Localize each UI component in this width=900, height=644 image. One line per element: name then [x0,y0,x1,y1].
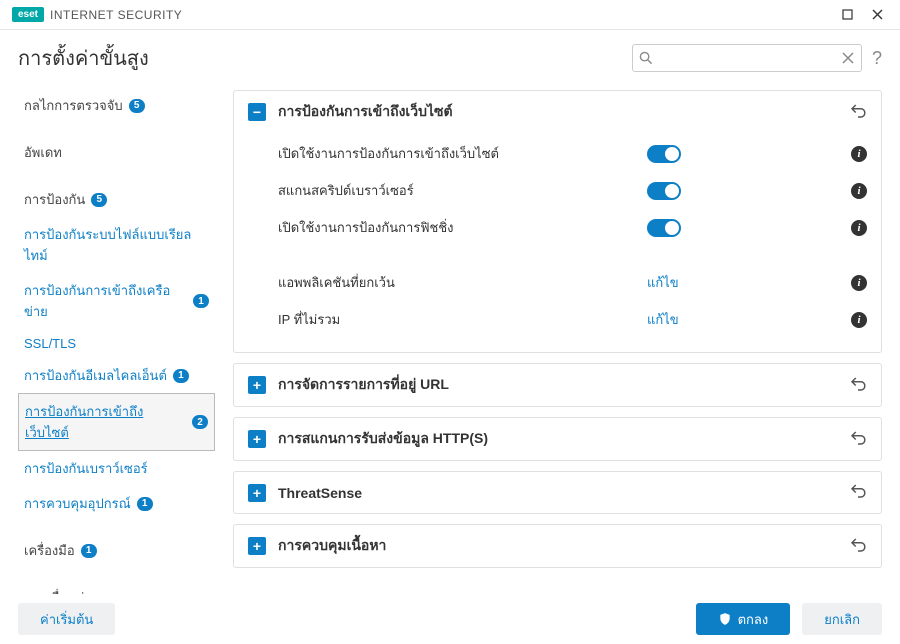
sidebar-item-label: SSL/TLS [24,336,76,351]
sidebar-item-label: อัพเดท [24,142,62,163]
sidebar-item-label: การป้องกันการเข้าถึงเครือข่าย [24,280,187,322]
sidebar-item[interactable]: การป้องกัน 5 [18,182,215,217]
setting-label: เปิดใช้งานการป้องกันการเข้าถึงเว็บไซต์ [278,143,647,164]
shield-icon [718,612,732,626]
count-badge: 5 [129,99,145,113]
sidebar-item[interactable]: เครื่องมือ 1 [18,533,215,568]
brand-logo: eset [12,7,44,22]
collapsed-panel: + การจัดการรายการที่อยู่ URL [233,363,882,407]
sidebar-item[interactable]: การป้องกันเบราว์เซอร์ [18,451,215,486]
undo-button[interactable] [849,429,867,450]
window-maximize-button[interactable] [832,3,862,27]
count-badge: 5 [91,193,107,207]
setting-label: เปิดใช้งานการป้องกันการฟิชชิ่ง [278,217,647,238]
window-close-button[interactable] [862,3,892,27]
sidebar-item[interactable]: กลไกการตรวจจับ 5 [18,88,215,123]
sidebar-item[interactable]: การป้องกันการเข้าถึงเครือข่าย 1 [18,273,215,329]
sidebar-item-label: การเชื่อมต่อ [24,587,92,594]
sidebar-item[interactable]: การป้องกันระบบไฟล์แบบเรียลไทม์ [18,217,215,273]
panel-header[interactable]: − การป้องกันการเข้าถึงเว็บไซต์ [234,91,881,133]
setting-label: แอพพลิเคชันที่ยกเว้น [278,272,647,293]
panel-title: การจัดการรายการที่อยู่ URL [278,374,849,396]
count-badge: 1 [81,544,97,558]
sidebar-item-label: การป้องกันอีเมลไคลเอ็นต์ [24,365,167,386]
setting-label: สแกนสคริปต์เบราว์เซอร์ [278,180,647,201]
collapsed-panel: + การสแกนการรับส่งข้อมูล HTTP(S) [233,417,882,461]
sidebar: กลไกการตรวจจับ5อัพเดทการป้องกัน5การป้องก… [0,84,215,594]
sidebar-item-label: กลไกการตรวจจับ [24,95,123,116]
panel-title: การควบคุมเนื้อหา [278,535,849,557]
ok-button[interactable]: ตกลง [696,603,791,635]
undo-button[interactable] [849,375,867,396]
help-button[interactable]: ? [872,48,882,69]
sidebar-item-label: เครื่องมือ [24,540,75,561]
sidebar-item-label: การป้องกันการเข้าถึงเว็บไซต์ [25,401,186,443]
toggle-switch[interactable] [647,182,681,200]
footer: ค่าเริ่มต้น ตกลง ยกเลิก [0,594,900,644]
count-badge: 1 [193,294,209,308]
sidebar-item[interactable]: การป้องกันอีเมลไคลเอ็นต์ 1 [18,358,215,393]
setting-row: แอพพลิเคชันที่ยกเว้นแก้ไข i [278,264,867,301]
undo-button[interactable] [849,102,867,123]
sidebar-item-label: การป้องกันระบบไฟล์แบบเรียลไทม์ [24,224,209,266]
undo-button[interactable] [849,536,867,557]
toggle-switch[interactable] [647,145,681,163]
product-name: INTERNET SECURITY [50,8,182,22]
panel-title: ThreatSense [278,485,849,501]
expand-icon[interactable]: + [248,376,266,394]
panel-title: การป้องกันการเข้าถึงเว็บไซต์ [278,101,849,123]
setting-row: สแกนสคริปต์เบราว์เซอร์ i [278,172,867,209]
info-icon[interactable]: i [851,183,867,199]
panel-header[interactable]: + การสแกนการรับส่งข้อมูล HTTP(S) [234,418,881,460]
sidebar-item[interactable]: การป้องกันการเข้าถึงเว็บไซต์ 2 [18,393,215,451]
panel-title: การสแกนการรับส่งข้อมูล HTTP(S) [278,428,849,450]
info-icon[interactable]: i [851,312,867,328]
search-input[interactable] [659,51,835,66]
panel-web-access-protection: − การป้องกันการเข้าถึงเว็บไซต์ เปิดใช้งา… [233,90,882,353]
content-area: − การป้องกันการเข้าถึงเว็บไซต์ เปิดใช้งา… [215,84,900,594]
count-badge: 1 [137,497,153,511]
setting-row: เปิดใช้งานการป้องกันการเข้าถึงเว็บไซต์ i [278,135,867,172]
default-button[interactable]: ค่าเริ่มต้น [18,603,115,635]
panel-header[interactable]: + ThreatSense [234,472,881,513]
info-icon[interactable]: i [851,146,867,162]
sidebar-item[interactable]: อัพเดท [18,135,215,170]
page-title: การตั้งค่าขั้นสูง [18,42,149,74]
panel-header[interactable]: + การควบคุมเนื้อหา [234,525,881,567]
header: การตั้งค่าขั้นสูง ? [0,30,900,84]
sidebar-item-label: การป้องกัน [24,189,85,210]
info-icon[interactable]: i [851,275,867,291]
clear-search-icon[interactable] [841,51,855,65]
search-box[interactable] [632,44,862,72]
edit-link[interactable]: แก้ไข [647,272,681,293]
collapsed-panel: + ThreatSense [233,471,882,514]
expand-icon[interactable]: + [248,430,266,448]
titlebar: eset INTERNET SECURITY [0,0,900,30]
count-badge: 1 [173,369,189,383]
sidebar-item-label: การควบคุมอุปกรณ์ [24,493,131,514]
search-icon [639,51,653,65]
count-badge: 2 [192,415,208,429]
sidebar-item[interactable]: การควบคุมอุปกรณ์ 1 [18,486,215,521]
info-icon[interactable]: i [851,220,867,236]
edit-link[interactable]: แก้ไข [647,309,681,330]
collapsed-panel: + การควบคุมเนื้อหา [233,524,882,568]
setting-row: IP ที่ไม่รวมแก้ไข i [278,301,867,338]
sidebar-item[interactable]: การเชื่อมต่อ [18,580,215,594]
panel-header[interactable]: + การจัดการรายการที่อยู่ URL [234,364,881,406]
undo-button[interactable] [849,482,867,503]
expand-icon[interactable]: + [248,484,266,502]
setting-row: เปิดใช้งานการป้องกันการฟิชชิ่ง i [278,209,867,246]
setting-label: IP ที่ไม่รวม [278,309,647,330]
sidebar-item[interactable]: SSL/TLS [18,329,215,358]
toggle-switch[interactable] [647,219,681,237]
expand-icon[interactable]: + [248,537,266,555]
collapse-icon[interactable]: − [248,103,266,121]
sidebar-item-label: การป้องกันเบราว์เซอร์ [24,458,148,479]
cancel-button[interactable]: ยกเลิก [802,603,882,635]
